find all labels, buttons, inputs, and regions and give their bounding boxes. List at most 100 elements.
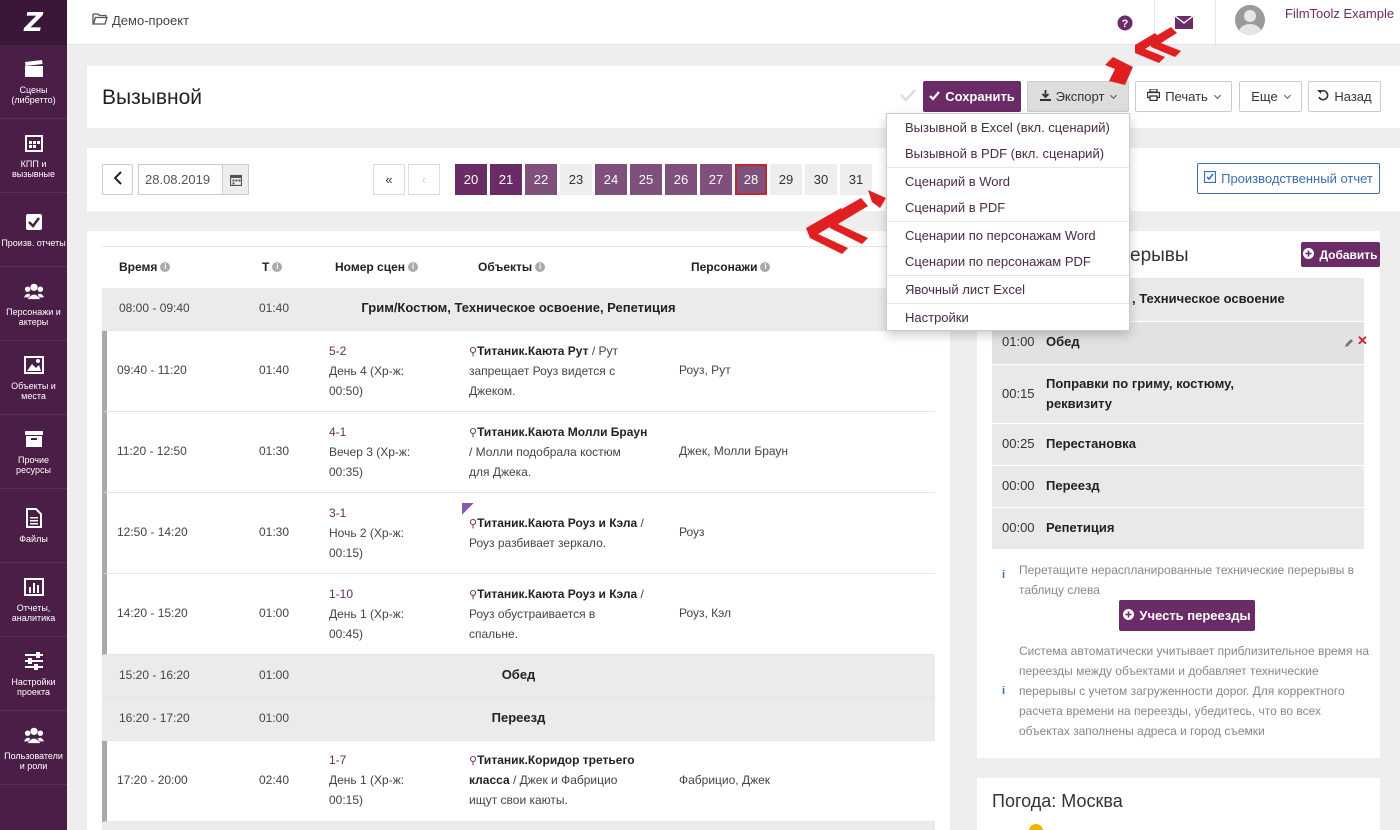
page-title: Вызывной xyxy=(102,86,202,109)
info-icon: i xyxy=(760,262,771,272)
sun-icon xyxy=(1029,824,1043,830)
sidebar-item-settings[interactable]: Настройки проекта xyxy=(0,637,67,711)
day-26[interactable]: 26 xyxy=(665,164,697,195)
annotation-arrow-left xyxy=(806,190,886,254)
download-icon xyxy=(1039,89,1051,104)
sidebar: Z Сцены (либретто) КПП и вызывные Произв… xyxy=(0,0,67,830)
map-pin-icon: ⚲ xyxy=(469,589,478,601)
prev-page-button[interactable]: ‹ xyxy=(408,164,440,195)
app-logo[interactable]: Z xyxy=(0,0,67,45)
top-bar: Демо-проект ? FilmToolz Example xyxy=(67,0,1400,45)
first-page-button[interactable]: « xyxy=(373,164,405,195)
info-icon: i xyxy=(1002,685,1006,697)
map-pin-icon: ⚲ xyxy=(469,518,478,530)
menu-item-settings[interactable]: Настройки xyxy=(905,310,969,325)
prev-date-button[interactable] xyxy=(102,164,133,195)
break-row[interactable]: 00:00 Переезд xyxy=(992,466,1364,507)
account-moves-button[interactable]: Учесть переезды xyxy=(1119,600,1255,631)
chevron-left-icon xyxy=(113,171,122,188)
plus-circle-icon xyxy=(1303,247,1315,262)
export-menu: Вызывной в Excel (вкл. сценарий) Вызывно… xyxy=(886,113,1130,331)
menu-item-char-word[interactable]: Сценарии по персонажам Word xyxy=(905,228,1096,243)
table-row xyxy=(102,822,935,830)
table-row[interactable]: 09:40 - 11:20 01:40 5-2 День 4 (Хр-ж: 00… xyxy=(102,331,935,412)
sidebar-item-resources[interactable]: Прочие ресурсы xyxy=(0,415,67,489)
date-bar: 28.08.2019 « ‹ 20 21 22 23 24 25 26 27 2… xyxy=(87,148,1400,211)
sidebar-item-reports[interactable]: Произв. отчеты xyxy=(0,193,67,267)
map-pin-icon: ⚲ xyxy=(469,755,478,767)
day-22[interactable]: 22 xyxy=(525,164,557,195)
plus-circle-icon xyxy=(1123,608,1135,623)
table-row[interactable]: 15:20 - 16:20 01:00 Обед xyxy=(102,655,935,698)
production-report-button[interactable]: Производственный отчет xyxy=(1197,163,1380,194)
col-scene[interactable]: Номер сцен i xyxy=(335,260,419,274)
day-21[interactable]: 21 xyxy=(490,164,522,195)
info-icon: i xyxy=(535,262,546,272)
chevron-down-icon xyxy=(1283,91,1291,99)
day-20[interactable]: 20 xyxy=(455,164,487,195)
sidebar-item-analytics[interactable]: Отчеты, аналитика xyxy=(0,563,67,637)
sidebar-item-users[interactable]: Пользователи и роли xyxy=(0,711,67,785)
checkbox-icon xyxy=(1204,170,1217,186)
calendar-icon[interactable] xyxy=(222,165,248,194)
add-break-button[interactable]: Добавить xyxy=(1301,242,1380,267)
info-icon: i xyxy=(160,262,171,272)
users-icon xyxy=(23,281,44,301)
table-row[interactable]: 14:20 - 15:20 01:00 1-10 День 1 (Хр-ж: 0… xyxy=(102,574,935,655)
day-24[interactable]: 24 xyxy=(595,164,627,195)
day-23[interactable]: 23 xyxy=(560,164,592,195)
menu-item-char-pdf[interactable]: Сценарии по персонажам PDF xyxy=(905,254,1091,269)
table-row[interactable]: 12:50 - 14:20 01:30 3-1 Ночь 2 (Хр-ж: 00… xyxy=(102,493,935,574)
table-row[interactable]: 08:00 - 09:40 01:40 Грим/Костюм, Техниче… xyxy=(102,288,935,331)
col-t[interactable]: Тi xyxy=(262,260,283,274)
sidebar-item-characters[interactable]: Персонажи и актеры xyxy=(0,267,67,341)
more-button[interactable]: Еще xyxy=(1239,81,1302,112)
calendar-icon xyxy=(24,133,44,153)
sidebar-item-scenes[interactable]: Сцены (либретто) xyxy=(0,45,67,119)
delete-icon[interactable]: ✕ xyxy=(1357,334,1368,347)
page-header: Вызывной Сохранить Экспорт Печать Еще На… xyxy=(87,66,1400,128)
save-button[interactable]: Сохранить xyxy=(923,81,1021,112)
menu-item-attendance-excel[interactable]: Явочный лист Excel xyxy=(905,282,1025,297)
schedule-table: Время i Тi Номер сцен i Объекты i Персонажи… xyxy=(87,231,950,830)
menu-item-script-word[interactable]: Сценарий в Word xyxy=(905,174,1010,189)
weather-title: Погода: Москва xyxy=(992,791,1123,811)
col-objects[interactable]: Объекты i xyxy=(478,260,546,274)
info-icon: i xyxy=(408,262,419,272)
date-field[interactable]: 28.08.2019 xyxy=(138,164,249,195)
break-row[interactable]: 00:00 Репетиция xyxy=(992,508,1364,549)
table-row[interactable]: 11:20 - 12:50 01:30 4-1 Вечер 3 (Хр-ж: 0… xyxy=(102,412,935,493)
col-time[interactable]: Время i xyxy=(119,260,171,274)
break-row[interactable]: 00:15 Поправки по гриму, костюму, реквиз… xyxy=(992,365,1364,423)
check-icon xyxy=(929,89,941,104)
menu-item-callsheet-pdf[interactable]: Вызывной в PDF (вкл. сценарий) xyxy=(905,146,1104,161)
pencil-icon[interactable] xyxy=(1344,336,1354,351)
box-icon xyxy=(24,429,44,449)
day-29[interactable]: 29 xyxy=(770,164,802,195)
day-28[interactable]: 28 xyxy=(735,164,767,195)
breadcrumb[interactable]: Демо-проект xyxy=(92,12,189,28)
folder-icon xyxy=(92,12,108,28)
file-icon xyxy=(24,507,44,528)
info-icon: i xyxy=(272,262,283,272)
bar-chart-icon xyxy=(23,577,44,597)
sidebar-item-files[interactable]: Файлы xyxy=(0,489,67,563)
col-characters[interactable]: Персонажи i xyxy=(691,260,771,274)
menu-item-callsheet-excel[interactable]: Вызывной в Excel (вкл. сценарий) xyxy=(905,120,1110,135)
back-button[interactable]: Назад xyxy=(1308,81,1381,112)
break-row[interactable]: 00:25 Перестановка xyxy=(992,424,1364,465)
sidebar-item-objects[interactable]: Объекты и места xyxy=(0,341,67,415)
table-row[interactable]: 16:20 - 17:20 01:00 Переезд xyxy=(102,698,935,741)
sidebar-item-calls[interactable]: КПП и вызывные xyxy=(0,119,67,193)
clapperboard-icon xyxy=(24,59,44,79)
table-row[interactable]: 17:20 - 20:00 02:40 1-7 День 1 (Хр-ж: 00… xyxy=(102,741,935,822)
day-25[interactable]: 25 xyxy=(630,164,662,195)
menu-item-script-pdf[interactable]: Сценарий в PDF xyxy=(905,200,1005,215)
map-pin-icon: ⚲ xyxy=(469,346,478,358)
user-menu[interactable]: FilmToolz Example xyxy=(1235,5,1394,35)
annotation-arrow-top xyxy=(1105,27,1181,85)
day-27[interactable]: 27 xyxy=(700,164,732,195)
checkbox-icon xyxy=(24,212,44,232)
avatar xyxy=(1235,5,1265,35)
sliders-icon xyxy=(24,651,44,671)
